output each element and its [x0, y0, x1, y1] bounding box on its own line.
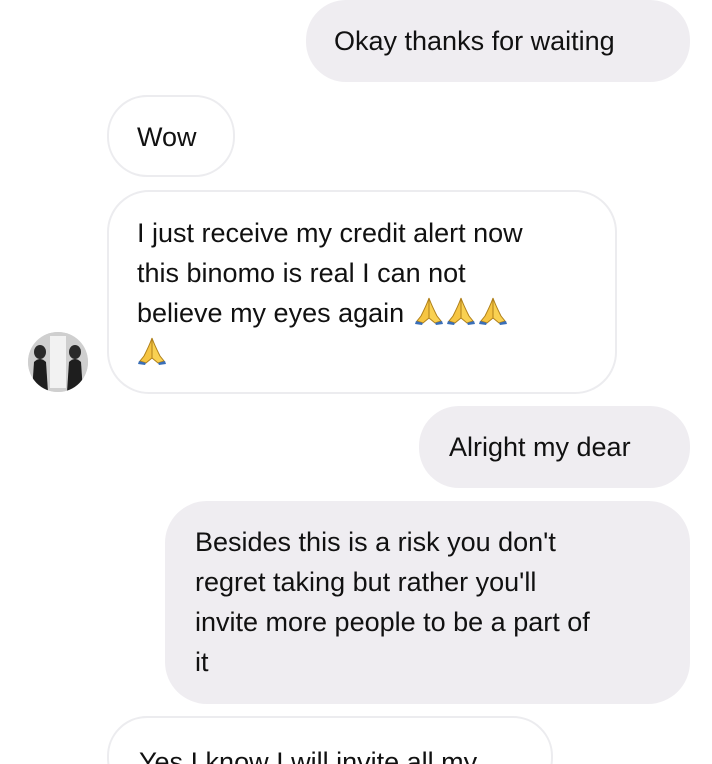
message-bubble-outgoing[interactable]: Alright my dear — [419, 406, 690, 488]
folded-hands-emoji-icon — [446, 296, 476, 326]
message-text: Okay thanks for waiting — [334, 26, 615, 56]
message-text: Besides this is a risk you don't regret … — [195, 527, 590, 677]
folded-hands-emoji-icon — [478, 296, 508, 326]
message-bubble-outgoing[interactable]: Besides this is a risk you don't regret … — [165, 501, 690, 704]
message-bubble-outgoing[interactable]: Okay thanks for waiting — [306, 0, 690, 82]
contact-avatar-icon[interactable] — [28, 332, 88, 392]
message-bubble-incoming[interactable]: Wow — [107, 95, 235, 177]
chat-thread: Okay thanks for waiting Wow I just recei… — [0, 0, 712, 764]
message-text: Yes I know I will invite all my — [139, 747, 478, 764]
message-text: Alright my dear — [449, 432, 631, 462]
message-bubble-incoming[interactable]: Yes I know I will invite all my — [107, 716, 553, 764]
folded-hands-emoji-icon — [414, 296, 444, 326]
message-text: Wow — [137, 122, 197, 152]
message-bubble-incoming[interactable]: I just receive my credit alert now this … — [107, 190, 617, 394]
folded-hands-emoji-icon — [137, 336, 167, 366]
